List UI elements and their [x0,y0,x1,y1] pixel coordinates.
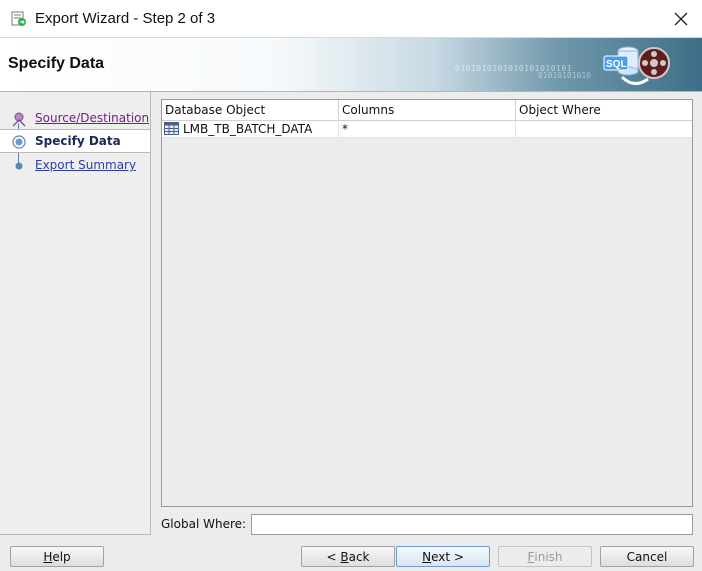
nav-step-export-summary[interactable]: Export Summary [0,153,150,177]
back-button-mnemonic: B [340,549,349,564]
sql-logo-text: SQL [606,59,627,70]
cell-columns[interactable]: * [339,121,516,138]
global-where-label: Global Where: [161,517,247,531]
help-button[interactable]: Help [10,546,104,567]
close-icon [674,12,688,26]
window-title: Export Wizard - Step 2 of 3 [35,10,216,27]
column-header-columns[interactable]: Columns [339,100,516,121]
table-row[interactable]: LMB_TB_BATCH_DATA * [162,121,692,138]
cancel-button[interactable]: Cancel [600,546,694,567]
close-button[interactable] [670,8,692,30]
cell-database-object[interactable]: LMB_TB_BATCH_DATA [162,121,339,138]
back-button-label-post: ack [348,549,370,564]
next-button-mnemonic: N [422,549,432,564]
banner-binary-text-2: 01010101010 [538,71,591,80]
finish-button-mnemonic: F [527,549,535,564]
database-object-name: LMB_TB_BATCH_DATA [183,122,313,136]
nav-step-label[interactable]: Source/Destination [35,111,149,125]
back-button[interactable]: < Back [301,546,395,567]
table-header: Database Object Columns Object Where [162,100,692,121]
wizard-steps-nav: Source/Destination Specify Data Export S… [0,92,151,535]
export-wizard-icon [11,11,26,26]
pending-step-icon [15,162,23,170]
help-button-label-post: elp [52,549,71,564]
finish-button-label-post: inish [534,549,563,564]
page-title: Specify Data [8,55,105,72]
title-bar: Export Wizard - Step 2 of 3 [0,0,702,38]
nav-step-source-destination[interactable]: Source/Destination [0,106,150,130]
nav-step-label: Specify Data [35,134,121,148]
sql-export-graphic: SQL [603,46,670,85]
nav-step-label[interactable]: Export Summary [35,158,136,172]
wizard-banner: Specify Data 0101010101010101010101 0101… [0,38,702,92]
finish-button[interactable]: Finish [498,546,592,567]
current-step-icon [12,135,26,149]
column-header-object-where[interactable]: Object Where [516,100,692,121]
back-button-label-pre: < [326,549,341,564]
column-header-database-object[interactable]: Database Object [162,100,339,121]
global-where-input[interactable] [251,514,693,535]
next-button-label-post: ext > [431,549,464,564]
next-button[interactable]: Next > [396,546,490,567]
table-icon [164,122,179,135]
visited-step-icon [12,112,26,127]
export-objects-table[interactable]: Database Object Columns Object Where LMB… [161,99,693,507]
cancel-button-label: Cancel [626,549,668,564]
cell-object-where[interactable] [516,121,692,138]
nav-step-specify-data[interactable]: Specify Data [0,129,150,153]
help-button-mnemonic: H [43,549,53,564]
